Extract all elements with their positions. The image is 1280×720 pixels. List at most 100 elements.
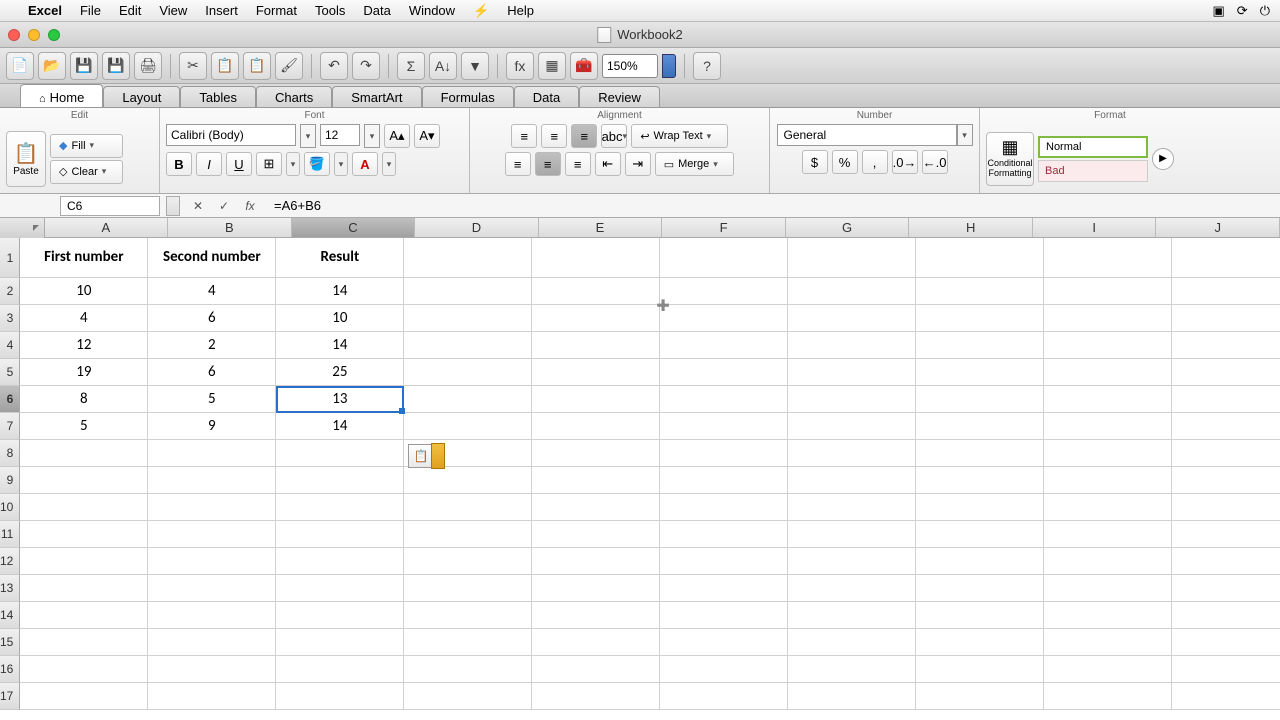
tab-smartart[interactable]: SmartArt — [332, 86, 421, 107]
currency-button[interactable]: $ — [802, 150, 828, 174]
name-box[interactable]: C6 — [60, 196, 160, 216]
col-header-H[interactable]: H — [909, 218, 1033, 237]
paste-big-button[interactable]: 📋 Paste — [6, 131, 46, 187]
row-header-8[interactable]: 8 — [0, 440, 20, 467]
script-icon[interactable]: ⚡ — [473, 3, 489, 19]
col-header-E[interactable]: E — [539, 218, 663, 237]
cell-B4[interactable]: 2 — [148, 332, 276, 359]
indent-inc-button[interactable]: ⇥ — [625, 152, 651, 176]
cell-B1[interactable]: Second number — [148, 238, 276, 278]
cell-B2[interactable]: 4 — [148, 278, 276, 305]
cell-C4[interactable]: 14 — [276, 332, 404, 359]
row-header-15[interactable]: 15 — [0, 629, 20, 656]
help-button[interactable]: ? — [693, 52, 721, 80]
row-header-14[interactable]: 14 — [0, 602, 20, 629]
shrink-font-button[interactable]: A▾ — [414, 124, 440, 148]
tab-layout[interactable]: Layout — [103, 86, 180, 107]
align-middle-button[interactable]: ≡ — [541, 124, 567, 148]
col-header-B[interactable]: B — [168, 218, 292, 237]
enter-icon[interactable]: ✓ — [214, 197, 234, 215]
styles-expand-button[interactable]: ▶ — [1152, 148, 1174, 170]
status-icon-2[interactable]: ⟳ — [1237, 3, 1248, 19]
cell-C1[interactable]: Result — [276, 238, 404, 278]
zoom-select[interactable]: 150% — [602, 54, 658, 78]
row-header-16[interactable]: 16 — [0, 656, 20, 683]
open-button[interactable]: 📂 — [38, 52, 66, 80]
tab-home[interactable]: ⌂Home — [20, 84, 103, 107]
cell-C2[interactable]: 14 — [276, 278, 404, 305]
save-button[interactable]: 💾 — [70, 52, 98, 80]
col-header-D[interactable]: D — [415, 218, 539, 237]
col-header-C[interactable]: C — [292, 218, 416, 237]
copy-button[interactable]: 📋 — [211, 52, 239, 80]
cancel-icon[interactable]: ✕ — [188, 197, 208, 215]
sort-button[interactable]: A↓ — [429, 52, 457, 80]
align-left-button[interactable]: ≡ — [505, 152, 531, 176]
tab-formulas[interactable]: Formulas — [422, 86, 514, 107]
toolbox-button[interactable]: 🧰 — [570, 52, 598, 80]
save-as-button[interactable]: 💾 — [102, 52, 130, 80]
row-header-1[interactable]: 1 — [0, 238, 20, 278]
print-button[interactable]: 🖨 — [134, 52, 162, 80]
cell-A6[interactable]: 8 — [20, 386, 148, 413]
number-format-select[interactable]: General — [777, 124, 957, 146]
row-header-11[interactable]: 11 — [0, 521, 20, 548]
show-formulas-button[interactable]: fx — [506, 52, 534, 80]
menu-window[interactable]: Window — [409, 3, 455, 18]
row-header-5[interactable]: 5 — [0, 359, 20, 386]
cell-C5[interactable]: 25 — [276, 359, 404, 386]
cell-A2[interactable]: 10 — [20, 278, 148, 305]
new-button[interactable]: 📄 — [6, 52, 34, 80]
align-top-button[interactable]: ≡ — [511, 124, 537, 148]
minimize-button[interactable] — [28, 29, 40, 41]
grow-font-button[interactable]: A▴ — [384, 124, 410, 148]
close-button[interactable] — [8, 29, 20, 41]
tab-review[interactable]: Review — [579, 86, 660, 107]
maximize-button[interactable] — [48, 29, 60, 41]
autosum-button[interactable]: Σ — [397, 52, 425, 80]
cell-style-bad[interactable]: Bad — [1038, 160, 1148, 182]
row-header-3[interactable]: 3 — [0, 305, 20, 332]
fill-color-button[interactable]: 🪣 — [304, 152, 330, 176]
paste-button[interactable]: 📋 — [243, 52, 271, 80]
orientation-button[interactable]: abc▾ — [601, 124, 627, 148]
gallery-button[interactable]: ▦ — [538, 52, 566, 80]
row-header-9[interactable]: 9 — [0, 467, 20, 494]
col-header-F[interactable]: F — [662, 218, 786, 237]
undo-button[interactable]: ↶ — [320, 52, 348, 80]
zoom-dropdown[interactable] — [662, 54, 676, 78]
status-icon-3[interactable]: ⏻ — [1260, 3, 1270, 19]
cell-A1[interactable]: First number — [20, 238, 148, 278]
merge-button[interactable]: ▭Merge▾ — [655, 152, 735, 176]
col-header-A[interactable]: A — [45, 218, 169, 237]
font-size-select[interactable]: 12 — [320, 124, 360, 146]
col-header-I[interactable]: I — [1033, 218, 1157, 237]
cell-D1[interactable] — [404, 238, 532, 278]
row-header-2[interactable]: 2 — [0, 278, 20, 305]
dec-decimal-button[interactable]: ←.0 — [922, 150, 948, 174]
select-all-corner[interactable] — [0, 218, 45, 238]
cell-A5[interactable]: 19 — [20, 359, 148, 386]
align-center-button[interactable]: ≡ — [535, 152, 561, 176]
percent-button[interactable]: % — [832, 150, 858, 174]
cell-G1[interactable] — [788, 238, 916, 278]
cell-E1[interactable] — [532, 238, 660, 278]
fill-button[interactable]: ◆Fill▾ — [50, 134, 123, 158]
align-bottom-button[interactable]: ≡ — [571, 124, 597, 148]
tab-charts[interactable]: Charts — [256, 86, 332, 107]
cell-B6[interactable]: 5 — [148, 386, 276, 413]
italic-button[interactable]: I — [196, 152, 222, 176]
menu-file[interactable]: File — [80, 3, 101, 18]
conditional-formatting-button[interactable]: ▦ Conditional Formatting — [986, 132, 1034, 186]
app-name[interactable]: Excel — [28, 3, 62, 18]
wrap-text-button[interactable]: ↩Wrap Text▾ — [631, 124, 727, 148]
paste-options-button[interactable]: 📋 — [408, 444, 434, 468]
row-header-17[interactable]: 17 — [0, 683, 20, 710]
cell-F1[interactable] — [660, 238, 788, 278]
border-button[interactable]: ⊞ — [256, 152, 282, 176]
row-header-4[interactable]: 4 — [0, 332, 20, 359]
cut-button[interactable]: ✂ — [179, 52, 207, 80]
row-header-12[interactable]: 12 — [0, 548, 20, 575]
clear-button[interactable]: ◇Clear▾ — [50, 160, 123, 184]
col-header-J[interactable]: J — [1156, 218, 1280, 237]
